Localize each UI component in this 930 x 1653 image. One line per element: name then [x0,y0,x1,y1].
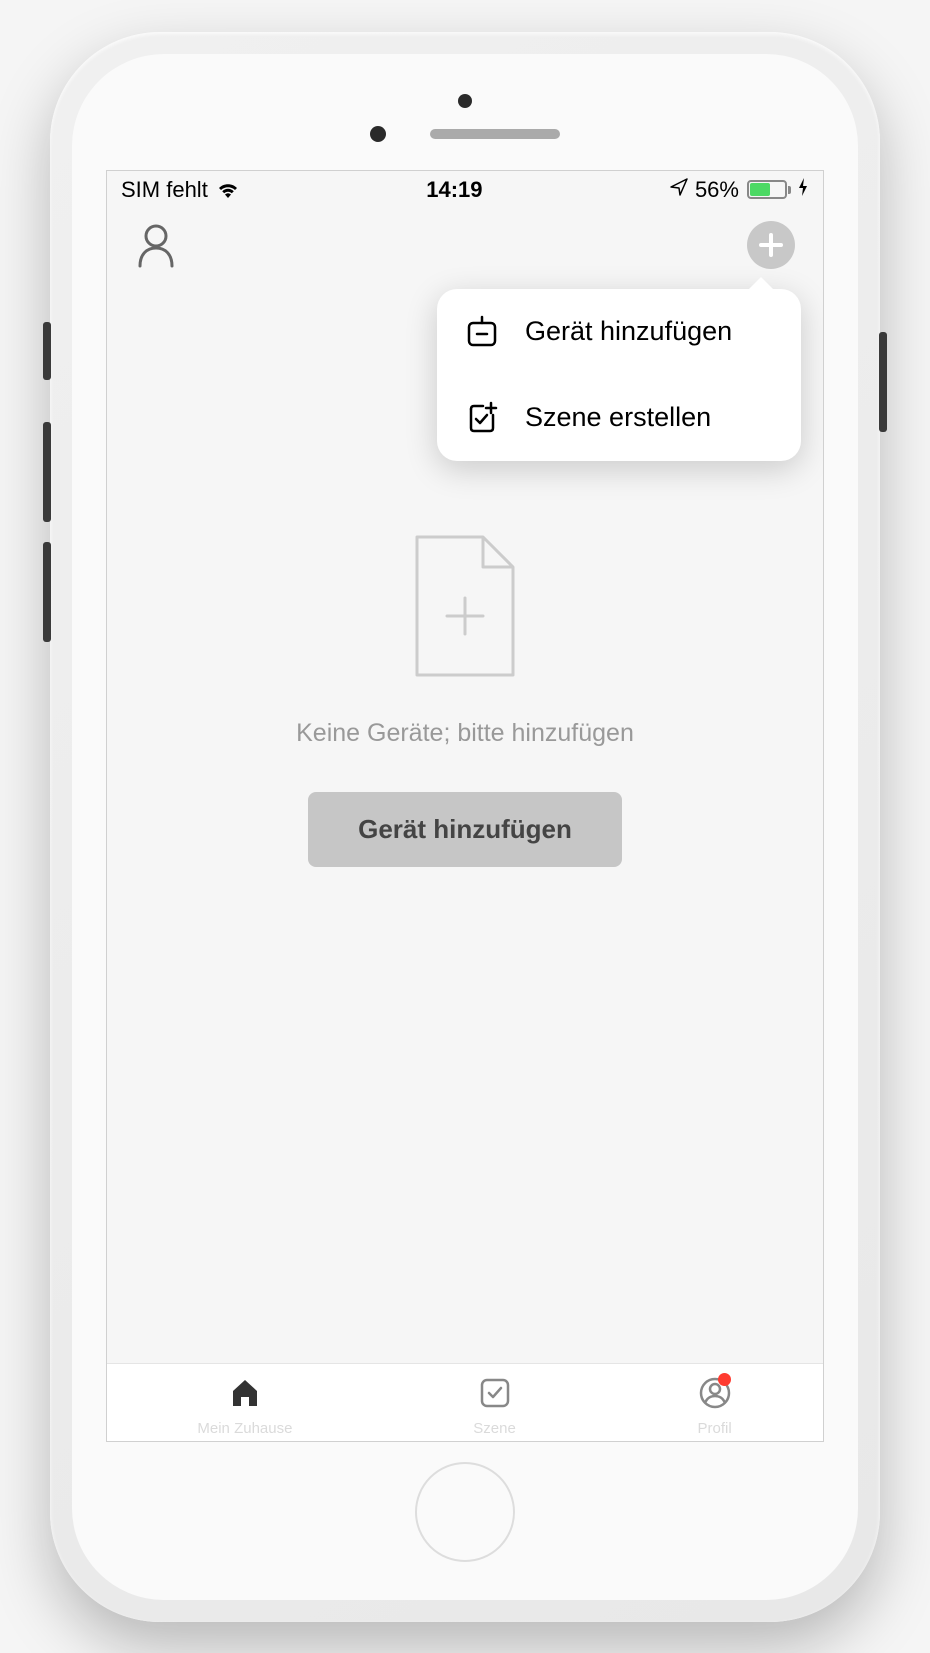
notification-badge [718,1373,731,1386]
scene-icon [465,401,499,435]
status-bar: SIM fehlt 14:19 [107,171,823,209]
empty-state: Keine Geräte; bitte hinzufügen Gerät hin… [107,531,823,867]
add-device-button[interactable]: Gerät hinzufügen [308,792,622,867]
front-camera [458,94,472,108]
sim-status-text: SIM fehlt [121,177,208,203]
add-button[interactable] [747,221,795,269]
home-button[interactable] [415,1462,515,1562]
proximity-sensor [370,126,386,142]
wifi-icon [216,181,240,199]
device-icon [465,315,499,349]
bottom-nav: Mein Zuhause Szene [107,1363,823,1441]
volume-up-button [43,422,51,522]
phone-frame: SIM fehlt 14:19 [50,32,880,1622]
location-icon [669,177,689,203]
nav-label: Szene [473,1420,516,1437]
earpiece-speaker [430,129,560,139]
home-icon [227,1375,263,1416]
nav-scene[interactable]: Szene [473,1375,516,1437]
nav-profile[interactable]: Profil [697,1375,733,1437]
file-plus-icon [405,531,525,681]
nav-label: Profil [698,1420,732,1437]
nav-home[interactable]: Mein Zuhause [197,1375,292,1437]
empty-state-message: Keine Geräte; bitte hinzufügen [296,719,634,748]
checkbox-icon [477,1375,513,1416]
mute-switch [43,322,51,380]
battery-icon [745,180,791,199]
add-dropdown-menu: Gerät hinzufügen Szene erstellen [437,289,801,461]
dropdown-item-add-device[interactable]: Gerät hinzufügen [437,289,801,375]
nav-label: Mein Zuhause [197,1420,292,1437]
battery-percent-text: 56% [695,177,739,203]
profile-icon[interactable] [135,222,177,268]
power-button [879,332,887,432]
dropdown-arrow [747,277,775,291]
status-time: 14:19 [426,177,482,203]
volume-down-button [43,542,51,642]
phone-top-sensors [90,94,840,142]
dropdown-item-label: Szene erstellen [525,402,711,433]
dropdown-item-create-scene[interactable]: Szene erstellen [437,375,801,461]
charging-icon [797,177,809,203]
screen: SIM fehlt 14:19 [106,170,824,1442]
dropdown-item-label: Gerät hinzufügen [525,316,732,347]
phone-bezel: SIM fehlt 14:19 [72,54,858,1600]
app-header [107,209,823,281]
